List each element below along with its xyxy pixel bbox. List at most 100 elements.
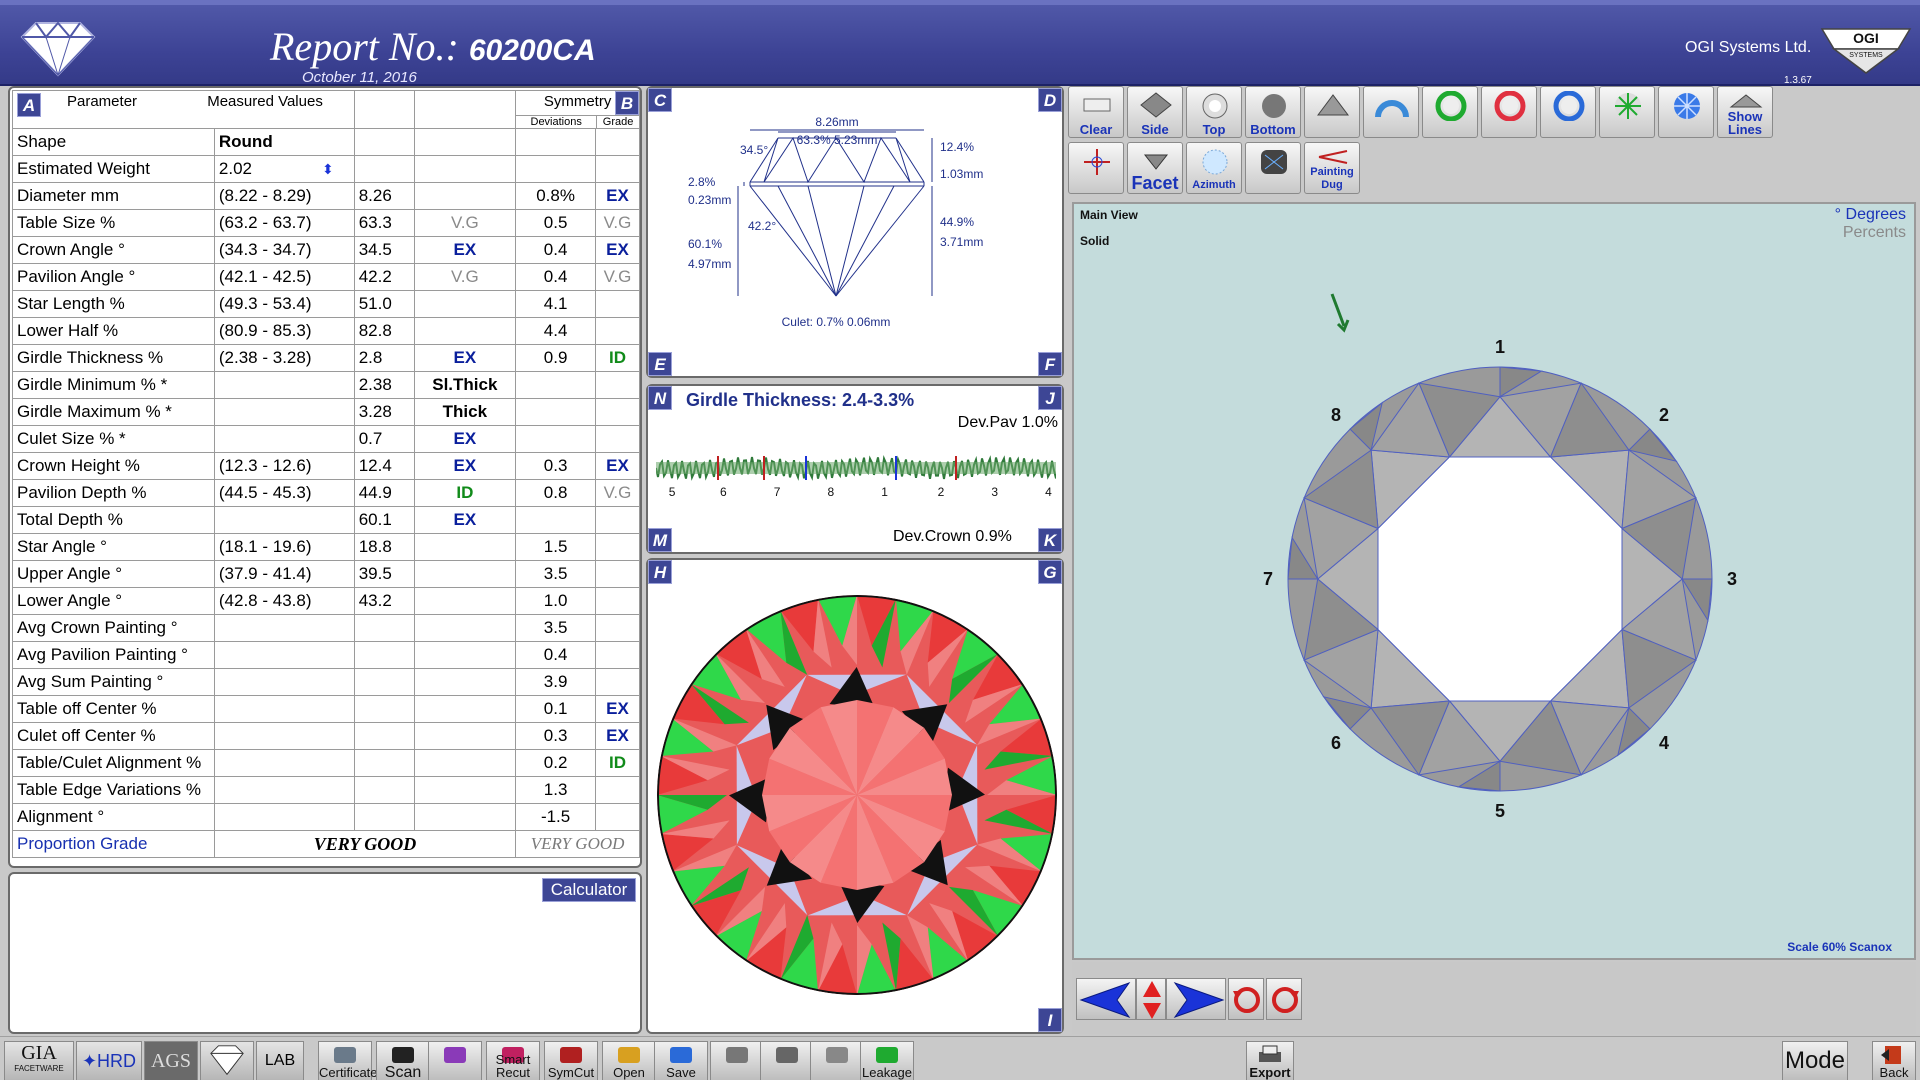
tool-red-ring-button[interactable] bbox=[1481, 86, 1537, 138]
corner-e[interactable]: E bbox=[648, 352, 672, 376]
save-button[interactable]: Save bbox=[654, 1041, 708, 1080]
tool-pyramid-button[interactable] bbox=[1304, 86, 1360, 138]
corner-m[interactable]: M bbox=[648, 528, 672, 552]
ogi-logo-icon: OGI SYSTEMS bbox=[1820, 28, 1912, 74]
proportion-row: Proportion Grade VERY GOOD VERY GOOD bbox=[12, 830, 640, 858]
notes-panel[interactable]: Calculator bbox=[8, 872, 642, 1034]
mode-button[interactable]: Mode bbox=[1782, 1041, 1848, 1080]
sym-deviation bbox=[515, 506, 596, 534]
sym-grade: V.G bbox=[594, 209, 641, 237]
rotate-ccw-button[interactable] bbox=[1228, 978, 1264, 1020]
tool-blue-ring-button[interactable] bbox=[1540, 86, 1596, 138]
symcut-button[interactable]: SymCut bbox=[544, 1041, 598, 1080]
corner-f[interactable]: F bbox=[1038, 352, 1062, 376]
tool-side-view-button[interactable]: Side bbox=[1127, 86, 1183, 138]
red-ring-icon bbox=[1494, 91, 1526, 121]
calculator-button[interactable]: Calculator bbox=[542, 878, 636, 902]
certificate-button[interactable]: Certificate bbox=[318, 1041, 378, 1080]
tool-green-ring-button[interactable] bbox=[1422, 86, 1478, 138]
smart-recut-button[interactable]: Smart Recut bbox=[486, 1041, 540, 1080]
gloves-button[interactable] bbox=[810, 1041, 864, 1080]
corner-h[interactable]: H bbox=[648, 560, 672, 584]
tool-top-view-button[interactable]: Top bbox=[1186, 86, 1242, 138]
param-name: Crown Angle ° bbox=[12, 236, 215, 264]
param-name: Shape bbox=[12, 128, 215, 156]
parameter-panel: A Parameter Measured Values Symmetry B De… bbox=[8, 86, 642, 868]
units-percents-option[interactable]: Percents bbox=[1843, 224, 1906, 242]
param-value bbox=[353, 614, 415, 642]
gloves-icon bbox=[826, 1047, 848, 1063]
weight-toggle-icon[interactable]: ⬍ bbox=[322, 161, 334, 178]
printer-button[interactable] bbox=[710, 1041, 764, 1080]
param-name: Upper Angle ° bbox=[12, 560, 215, 588]
main-view[interactable]: Main View Solid ° Degrees Percents 1 2 3 4 5… bbox=[1072, 202, 1916, 960]
param-grade: EX bbox=[413, 425, 517, 453]
param-value: 63.3 bbox=[353, 209, 415, 237]
corner-c[interactable]: C bbox=[648, 88, 672, 112]
table-row: Crown Height % (12.3 - 12.6) 12.4 EX 0.3 EX bbox=[12, 452, 641, 480]
pyramid-icon bbox=[1317, 94, 1349, 116]
units-degrees-option[interactable]: ° Degrees bbox=[1835, 206, 1906, 224]
table-row: Star Length % (49.3 - 53.4) 51.0 4.1 bbox=[12, 290, 641, 318]
open-button[interactable]: Open bbox=[602, 1041, 656, 1080]
sym-grade bbox=[594, 317, 641, 345]
hand-scan-button[interactable] bbox=[760, 1041, 814, 1080]
corner-j[interactable]: J bbox=[1038, 386, 1062, 410]
corner-n[interactable]: N bbox=[648, 386, 672, 410]
printer-icon bbox=[726, 1047, 748, 1063]
tool-arc-button[interactable] bbox=[1363, 86, 1419, 138]
corner-i[interactable]: I bbox=[1038, 1008, 1062, 1032]
rotate-left-button[interactable] bbox=[1076, 978, 1136, 1020]
param-name: Table off Center % bbox=[12, 695, 215, 723]
3d-button[interactable] bbox=[428, 1041, 482, 1080]
corner-g[interactable]: G bbox=[1038, 560, 1062, 584]
diamond-logo-button[interactable] bbox=[200, 1041, 254, 1080]
diamond-top-view: 1 2 3 4 5 6 7 8 bbox=[1263, 293, 1737, 821]
lab-button[interactable]: LAB bbox=[256, 1041, 304, 1080]
hand-scan-icon bbox=[776, 1047, 798, 1063]
hrd-button[interactable]: ✦HRD bbox=[76, 1041, 142, 1080]
corner-a[interactable]: A bbox=[17, 93, 41, 117]
sym-deviation: 0.4 bbox=[515, 641, 596, 669]
ags-button[interactable]: AGS bbox=[144, 1041, 198, 1080]
arc-icon bbox=[1375, 100, 1409, 118]
param-name: Girdle Minimum % * bbox=[12, 371, 215, 399]
scan-icon bbox=[392, 1047, 414, 1063]
scan-button[interactable]: Scan bbox=[376, 1041, 430, 1080]
tool-facet-button[interactable]: Facet bbox=[1127, 142, 1183, 194]
rotate-cw-button[interactable] bbox=[1266, 978, 1302, 1020]
leakage-button[interactable]: Leakage bbox=[860, 1041, 914, 1080]
tool-axis-button[interactable] bbox=[1068, 142, 1124, 194]
sym-grade: EX bbox=[594, 695, 641, 723]
tool-cushion-button[interactable] bbox=[1245, 142, 1301, 194]
version-label: 1.3.67 bbox=[1784, 75, 1812, 86]
param-range: (63.2 - 63.7) bbox=[213, 209, 355, 237]
symmetry-grade: VERY GOOD bbox=[515, 830, 640, 858]
tool-clear-button[interactable]: Clear bbox=[1068, 86, 1124, 138]
tool-bottom-view-button[interactable]: Bottom bbox=[1245, 86, 1301, 138]
navigation-bar bbox=[1072, 962, 1916, 1034]
corner-d[interactable]: D bbox=[1038, 88, 1062, 112]
corner-k[interactable]: K bbox=[1038, 528, 1062, 552]
tool-blue-star-button[interactable] bbox=[1658, 86, 1714, 138]
param-name: Total Depth % bbox=[12, 506, 215, 534]
svg-text:1.03mm: 1.03mm bbox=[940, 167, 983, 181]
tool-painting-dug-button[interactable]: Painting Dug bbox=[1304, 142, 1360, 194]
gia-button[interactable]: GIA FACETWARE bbox=[4, 1041, 74, 1080]
corner-b[interactable]: B bbox=[615, 91, 639, 115]
param-grade: V.G bbox=[413, 263, 517, 291]
tool-show-lines-button[interactable]: Show Lines bbox=[1717, 86, 1773, 138]
param-grade: EX bbox=[413, 344, 517, 372]
param-name: Avg Crown Painting ° bbox=[12, 614, 215, 642]
export-button[interactable]: Export bbox=[1246, 1041, 1294, 1080]
svg-text:4.97mm: 4.97mm bbox=[688, 257, 731, 271]
param-value: 2.38 bbox=[353, 371, 415, 399]
diamond-profile-diagram: 8.26mm 63.3% 5.23mm 34.5° 12.4% 1.03mm 2… bbox=[688, 116, 983, 329]
tool-green-star-button[interactable] bbox=[1599, 86, 1655, 138]
tool-azimuth-button[interactable]: Azimuth bbox=[1186, 142, 1242, 194]
tilt-button[interactable] bbox=[1136, 978, 1166, 1020]
back-button[interactable]: Back bbox=[1872, 1041, 1916, 1080]
param-grade bbox=[413, 614, 517, 642]
rotate-right-button[interactable] bbox=[1166, 978, 1226, 1020]
table-row: Table Size % (63.2 - 63.7) 63.3 V.G 0.5 V.G bbox=[12, 209, 641, 237]
